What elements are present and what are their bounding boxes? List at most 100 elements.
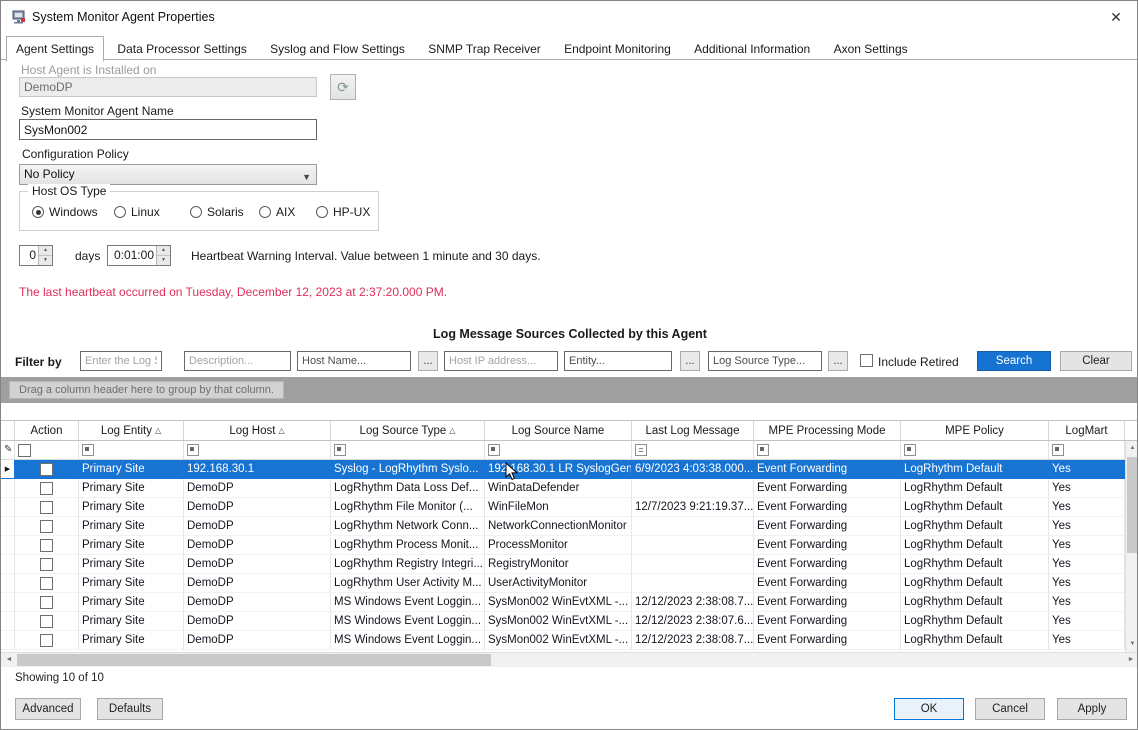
radio-hpux[interactable]: HP-UX [316, 205, 370, 219]
filter-cell[interactable] [754, 441, 901, 459]
spin-down-icon[interactable]: ▼ [39, 256, 52, 265]
group-by-bar[interactable]: Drag a column header here to group by th… [1, 377, 1138, 403]
scroll-right-icon[interactable]: ► [1123, 653, 1138, 667]
filter-cell[interactable] [1049, 441, 1125, 459]
filter-cell[interactable] [901, 441, 1049, 459]
spin-up-icon[interactable]: ▲ [39, 246, 52, 256]
filter-icon[interactable] [1052, 444, 1064, 456]
tab-endpoint-monitoring[interactable]: Endpoint Monitoring [554, 38, 681, 59]
table-row[interactable]: Primary SiteDemoDPMS Windows Event Loggi… [1, 593, 1125, 612]
log-source-type-filter-input[interactable] [708, 351, 822, 371]
close-button[interactable]: ✕ [1101, 5, 1131, 29]
filter-icon[interactable] [82, 444, 94, 456]
host-name-filter-input[interactable] [297, 351, 411, 371]
days-spinner[interactable]: 0 ▲▼ [19, 245, 53, 266]
table-row[interactable]: Primary SiteDemoDPMS Windows Event Loggi… [1, 631, 1125, 650]
column-header-log-source-type[interactable]: Log Source Type△ [331, 421, 485, 440]
filter-icon[interactable] [334, 444, 346, 456]
spinner-arrows[interactable]: ▲▼ [156, 246, 170, 265]
agent-name-input[interactable] [19, 119, 317, 140]
radio-windows[interactable]: Windows [32, 205, 98, 219]
filter-cell[interactable] [331, 441, 485, 459]
table-row[interactable]: Primary SiteDemoDPLogRhythm Process Moni… [1, 536, 1125, 555]
row-checkbox[interactable] [40, 577, 53, 590]
scroll-up-icon[interactable]: ▲ [1126, 441, 1138, 456]
host-ip-filter-input[interactable] [444, 351, 558, 371]
equals-filter-icon[interactable]: = [635, 444, 647, 456]
table-row[interactable]: ▶Primary Site192.168.30.1Syslog - LogRhy… [1, 460, 1125, 479]
tab-agent-settings[interactable]: Agent Settings [6, 36, 104, 62]
row-checkbox[interactable] [40, 501, 53, 514]
spin-down-icon[interactable]: ▼ [157, 256, 170, 265]
entity-filter-input[interactable] [564, 351, 672, 371]
row-indicator [1, 612, 15, 631]
column-header-logmart[interactable]: LogMart [1049, 421, 1125, 440]
edit-pencil-icon: ✎ [4, 444, 12, 456]
interval-spinner[interactable]: 0:01:00 ▲▼ [107, 245, 171, 266]
column-header-label: Log Source Type [360, 425, 447, 437]
table-row[interactable]: Primary SiteDemoDPLogRhythm File Monitor… [1, 498, 1125, 517]
row-checkbox[interactable] [40, 634, 53, 647]
row-checkbox[interactable] [40, 482, 53, 495]
log-source-filter-input[interactable] [80, 351, 162, 371]
row-checkbox[interactable] [40, 539, 53, 552]
cancel-button[interactable]: Cancel [975, 698, 1045, 720]
table-row[interactable]: Primary SiteDemoDPLogRhythm Data Loss De… [1, 479, 1125, 498]
config-policy-select[interactable]: No Policy ▼ [19, 164, 317, 185]
description-filter-input[interactable] [184, 351, 291, 371]
include-retired-checkbox[interactable] [860, 354, 873, 367]
host-name-browse-button[interactable]: ... [418, 351, 438, 371]
row-checkbox[interactable] [40, 463, 53, 476]
spinner-arrows[interactable]: ▲▼ [38, 246, 52, 265]
row-checkbox[interactable] [40, 596, 53, 609]
log-source-type-browse-button[interactable]: ... [828, 351, 848, 371]
tab-data-processor-settings[interactable]: Data Processor Settings [107, 38, 256, 59]
column-header-log-host[interactable]: Log Host△ [184, 421, 331, 440]
vertical-scrollbar[interactable]: ▲ ▼ [1125, 441, 1138, 652]
apply-button[interactable]: Apply [1057, 698, 1127, 720]
clear-button[interactable]: Clear [1060, 351, 1132, 371]
column-header-action[interactable]: Action [15, 421, 79, 440]
column-header-mpe-processing-mode[interactable]: MPE Processing Mode [754, 421, 901, 440]
radio-solaris[interactable]: Solaris [190, 205, 244, 219]
spin-up-icon[interactable]: ▲ [157, 246, 170, 256]
horizontal-scroll-thumb[interactable] [17, 654, 491, 666]
filter-cell[interactable] [79, 441, 184, 459]
filter-icon[interactable] [757, 444, 769, 456]
column-header-last-log-message[interactable]: Last Log Message [632, 421, 754, 440]
scroll-left-icon[interactable]: ◄ [1, 653, 17, 667]
entity-browse-button[interactable]: ... [680, 351, 700, 371]
table-row[interactable]: Primary SiteDemoDPMS Windows Event Loggi… [1, 612, 1125, 631]
ok-button[interactable]: OK [894, 698, 964, 720]
table-row[interactable]: Primary SiteDemoDPLogRhythm Network Conn… [1, 517, 1125, 536]
filter-cell[interactable] [485, 441, 632, 459]
scroll-down-icon[interactable]: ▼ [1126, 637, 1138, 652]
column-header-log-source-name[interactable]: Log Source Name [485, 421, 632, 440]
filter-icon[interactable] [187, 444, 199, 456]
table-row[interactable]: Primary SiteDemoDPLogRhythm User Activit… [1, 574, 1125, 593]
column-header-mpe-policy[interactable]: MPE Policy [901, 421, 1049, 440]
radio-aix[interactable]: AIX [259, 205, 295, 219]
column-header-log-entity[interactable]: Log Entity△ [79, 421, 184, 440]
row-checkbox[interactable] [40, 615, 53, 628]
filter-cell[interactable] [15, 441, 79, 459]
row-checkbox[interactable] [40, 520, 53, 533]
host-agent-action-button[interactable]: ⟳ [330, 74, 356, 100]
tab-syslog-and-flow-settings[interactable]: Syslog and Flow Settings [260, 38, 415, 59]
tab-axon-settings[interactable]: Axon Settings [824, 38, 918, 59]
row-checkbox[interactable] [40, 558, 53, 571]
filter-cell[interactable] [184, 441, 331, 459]
horizontal-scrollbar[interactable]: ◄ ► [1, 652, 1138, 667]
search-button[interactable]: Search [977, 351, 1051, 371]
filter-icon[interactable] [904, 444, 916, 456]
tab-additional-information[interactable]: Additional Information [684, 38, 820, 59]
select-all-checkbox[interactable] [18, 444, 31, 457]
vertical-scroll-thumb[interactable] [1127, 457, 1138, 553]
filter-cell[interactable]: = [632, 441, 754, 459]
radio-linux[interactable]: Linux [114, 205, 160, 219]
tab-snmp-trap-receiver[interactable]: SNMP Trap Receiver [418, 38, 550, 59]
table-row[interactable]: Primary SiteDemoDPLogRhythm Registry Int… [1, 555, 1125, 574]
defaults-button[interactable]: Defaults [97, 698, 163, 720]
filter-icon[interactable] [488, 444, 500, 456]
advanced-button[interactable]: Advanced [15, 698, 81, 720]
